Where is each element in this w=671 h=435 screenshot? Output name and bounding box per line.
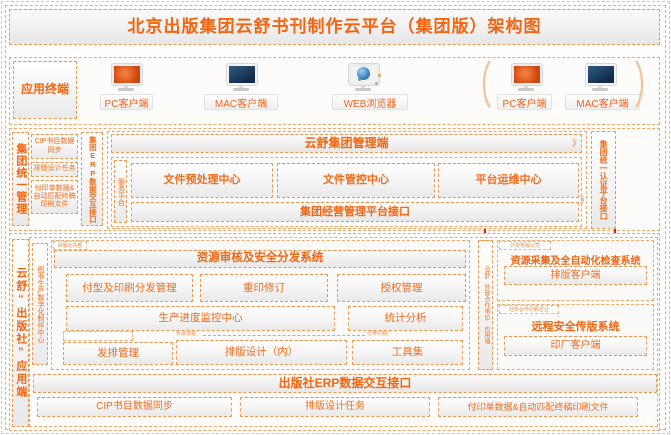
module-box: 授权管理 — [337, 274, 466, 302]
center-box: 文件预处理中心 — [131, 163, 273, 198]
group-paren-close — [634, 60, 664, 112]
module-box: 重印修订 — [200, 274, 328, 302]
erp-item-box: CIP书目数据同步 — [37, 397, 232, 417]
page-title: 北京出版集团云舒书刊制作云平台（集团版）架构图 — [9, 9, 660, 45]
imac-monitor-icon — [586, 64, 614, 92]
external-group-header: 资源采集及全自动化检查系统 — [500, 252, 651, 265]
external-group-tab: 社外合作印刷企业 — [499, 305, 559, 314]
external-group-header: 远程安全传版系统 — [500, 318, 651, 332]
sync-item: CIP书目数据同步 — [31, 134, 78, 159]
module-box: 付型及印刷分发管理 — [66, 274, 193, 302]
web-browser-icon — [349, 64, 377, 92]
external-side-label: 云舒“外部合作单位”应用端 — [478, 240, 493, 370]
flow-note-right: 付梓印刷厂 — [367, 331, 392, 337]
blank-tab — [63, 331, 133, 341]
module-box: 统计分析 — [348, 306, 463, 331]
client-box: 印厂客户端 — [504, 336, 647, 356]
publisher-band-side-label: 云舒“出版社”应用端 — [12, 239, 29, 427]
publisher-erp-bar: 出版社ERP数据交互接口 — [33, 374, 657, 393]
pc-monitor-icon — [512, 64, 540, 92]
terminal-item-label: WEB浏览器 — [332, 94, 408, 110]
module-box: 工具集 — [352, 340, 463, 365]
group-paren-open — [462, 60, 492, 112]
double-chevron-icon — [572, 139, 581, 148]
architecture-diagram: 北京出版集团云舒书刊制作云平台（集团版）架构图 应用终端 PC客户端 MAC客户… — [0, 0, 671, 435]
imac-monitor-icon — [227, 64, 255, 92]
center-box: 平台运维中心 — [438, 163, 579, 198]
erp-item-box: 排版设计任务 — [240, 397, 430, 417]
erp-item-box: 付印单数据&自动匹配终稿印刷文件 — [438, 397, 638, 417]
terminal-item-label: MAC客户端 — [204, 94, 278, 110]
platform-interface-bar: 集团经营管理平台接口 — [131, 202, 579, 222]
module-box: 生产进度监控中心 — [66, 306, 335, 331]
review-panel-header: 资源审核及安全分发系统 — [54, 250, 466, 268]
client-box: 排版客户端 — [504, 266, 647, 285]
terminal-item-label: PC客户端 — [100, 94, 153, 110]
pc-monitor-icon — [112, 64, 140, 92]
group-management-bar: 云舒集团管理端 — [111, 134, 582, 153]
flow-note-left: 外派流程 — [176, 331, 196, 337]
double-chevron-icon — [580, 196, 589, 205]
service-platform-label: 服务平台 — [114, 160, 127, 223]
external-group-tab: 外协排版公司 — [499, 241, 551, 250]
sync-item: 付印单数据&自动匹配终稿印刷文件 — [31, 180, 78, 214]
center-box: 文件管控中心 — [277, 163, 435, 198]
terminal-band — [9, 57, 660, 125]
module-box: 发排管理 — [63, 342, 173, 365]
sync-item: 排版设计任务 — [31, 162, 78, 177]
terminal-item-label: MAC客户端 — [565, 94, 640, 110]
flow-line — [203, 335, 365, 336]
review-panel-tab: 出版社内部 — [53, 241, 87, 250]
terminal-item-label: PC客户端 — [497, 94, 552, 110]
auth-interface-strip: 集团统一认证平台接口 — [591, 131, 616, 229]
module-box: 排版设计（内） — [176, 340, 347, 365]
terminal-band-label: 应用终端 — [13, 61, 77, 119]
group-band-side-label: 集团统一管理 — [12, 132, 29, 226]
production-strip-label: 图书生产数字化制作中心 — [32, 243, 48, 365]
group-erp-interface: 集团ERP数据交互接口 — [81, 132, 103, 226]
